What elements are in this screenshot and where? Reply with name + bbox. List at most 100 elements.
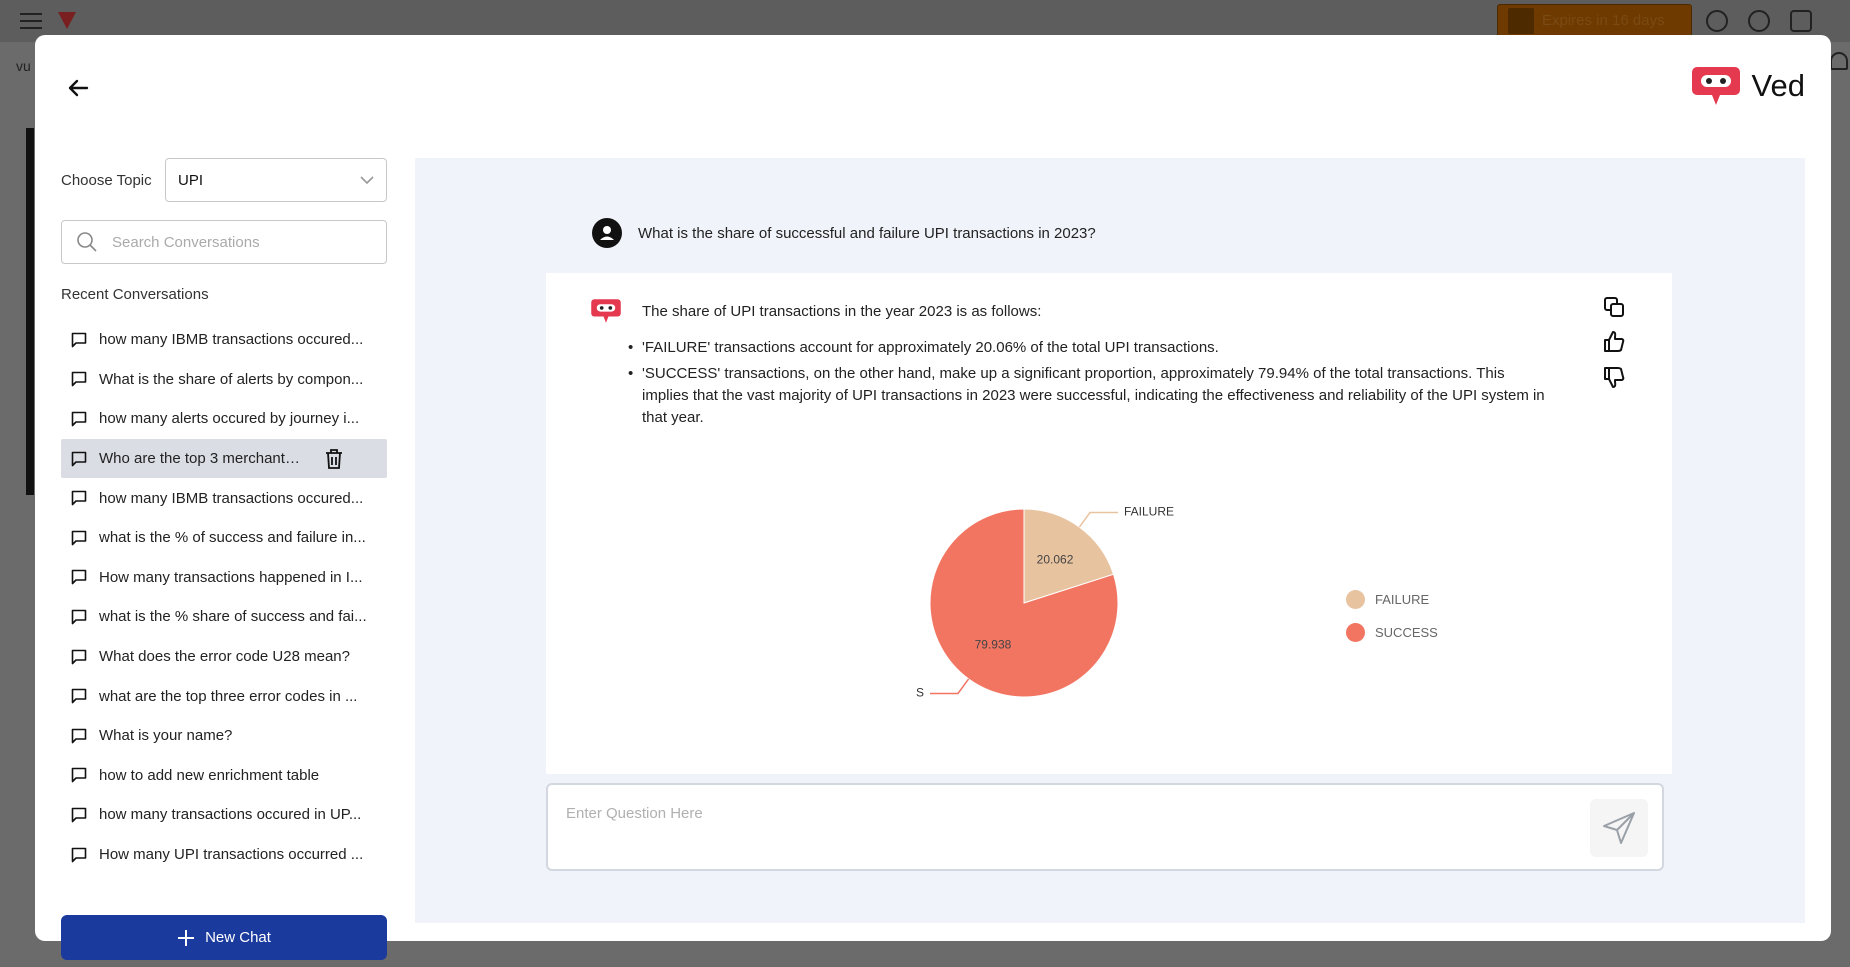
conversation-item[interactable]: Who are the top 3 merchants wit...: [61, 438, 387, 479]
conversation-item[interactable]: What is the share of alerts by compon...: [61, 360, 387, 400]
chevron-down-icon: [360, 176, 374, 185]
legend-item[interactable]: FAILURE: [1346, 583, 1438, 616]
chat-bubble-icon: [71, 490, 87, 506]
conversation-item[interactable]: what are the top three error codes in ..…: [61, 676, 387, 716]
question-input-area: [546, 783, 1664, 871]
chat-modal: Ved Choose Topic UPI Recent Conversation…: [35, 35, 1831, 960]
answer-bullets: 'FAILURE' transactions account for appro…: [628, 337, 1552, 429]
user-message: What is the share of successful and fail…: [592, 218, 1096, 248]
video-icon: [1790, 10, 1812, 32]
conversation-title: How many UPI transactions occurred ...: [99, 846, 364, 864]
chat-bubble-icon: [71, 807, 87, 823]
thumbs-down-icon[interactable]: [1602, 365, 1626, 389]
conversation-title: how to add new enrichment table: [99, 766, 320, 784]
conversation-title: how many IBMB transactions occured...: [99, 331, 364, 349]
chart-legend: FAILURE SUCCESS: [1346, 583, 1438, 649]
conversation-item[interactable]: How many transactions happened in I...: [61, 558, 387, 598]
legend-item[interactable]: SUCCESS: [1346, 616, 1438, 649]
back-arrow-icon[interactable]: [63, 73, 93, 103]
conversation-item[interactable]: What does the error code U28 mean?: [61, 637, 387, 677]
conversation-item[interactable]: how many transactions occured in UP...: [61, 795, 387, 835]
lock-icon: [1508, 7, 1534, 34]
new-chat-button[interactable]: New Chat: [61, 915, 387, 960]
conversation-item[interactable]: How many UPI transactions occurred ...: [61, 835, 387, 875]
conversation-title: Who are the top 3 merchants wit...: [99, 450, 304, 468]
send-icon: [1603, 812, 1635, 844]
conversation-title: How many transactions happened in I...: [99, 568, 363, 586]
answer-intro: The share of UPI transactions in the yea…: [642, 303, 1042, 320]
send-button[interactable]: [1590, 799, 1648, 857]
chat-panel: What is the share of successful and fail…: [415, 158, 1805, 923]
answer-bullet: 'SUCCESS' transactions, on the other han…: [628, 363, 1552, 429]
chat-bubble-icon: [71, 768, 87, 783]
user-question-text: What is the share of successful and fail…: [638, 224, 1096, 242]
copy-icon[interactable]: [1602, 295, 1626, 319]
chat-bubble-icon: [71, 649, 87, 664]
answer-text: The share of UPI transactions in the yea…: [628, 301, 1552, 433]
plus-icon: [178, 929, 195, 946]
background-text: vu: [16, 58, 31, 74]
pie-value-label: 20.062: [1037, 553, 1074, 567]
conversation-item[interactable]: how many IBMB transactions occured...: [61, 478, 387, 518]
chat-bubble-icon: [71, 688, 87, 704]
chat-bubble-icon: [71, 332, 87, 348]
legend-swatch: [1346, 590, 1365, 609]
conversation-item[interactable]: how to add new enrichment table: [61, 756, 387, 796]
robot-icon: [1706, 10, 1728, 32]
trash-icon[interactable]: [324, 448, 344, 470]
help-icon: [1748, 10, 1770, 32]
legend-label: FAILURE: [1375, 592, 1430, 607]
recent-conversations-title: Recent Conversations: [61, 286, 209, 303]
expires-badge: Expires in 16 days: [1497, 4, 1692, 37]
question-input[interactable]: [566, 805, 1566, 845]
hamburger-menu-icon: [20, 13, 42, 29]
pie-category-label: SUCCESS: [916, 686, 924, 700]
new-chat-label: New Chat: [205, 929, 271, 946]
topic-label: Choose Topic: [61, 171, 152, 189]
thumbs-up-icon[interactable]: [1602, 330, 1626, 354]
sidebar: Choose Topic UPI Recent Conversations ho…: [61, 158, 387, 960]
search-box: [61, 220, 387, 264]
app-logo-icon: [58, 12, 76, 29]
conversation-item[interactable]: how many IBMB transactions occured...: [61, 320, 387, 360]
conversation-title: what is the % of success and failure in.…: [99, 529, 366, 547]
conversation-title: What is your name?: [99, 727, 233, 745]
ved-bot-logo-icon: [1691, 67, 1740, 105]
background-strip: [26, 128, 34, 495]
search-input[interactable]: [112, 233, 362, 251]
brand: Ved: [1690, 65, 1805, 107]
topic-select[interactable]: UPI: [165, 158, 387, 202]
chat-bubble-icon: [71, 372, 87, 387]
conversation-item[interactable]: what is the % of success and failure in.…: [61, 518, 387, 558]
conversation-title: how many IBMB transactions occured...: [99, 489, 364, 507]
chat-bubble-icon: [71, 847, 87, 862]
conversation-title: how many alerts occured by journey i...: [99, 410, 360, 428]
user-avatar-icon: [592, 218, 622, 248]
answer-actions: [1602, 295, 1626, 389]
search-icon: [77, 232, 97, 252]
legend-label: SUCCESS: [1375, 625, 1438, 640]
topic-row: Choose Topic UPI: [61, 158, 387, 202]
conversation-title: What is the share of alerts by compon...: [99, 370, 364, 388]
brand-name: Ved: [1751, 68, 1805, 103]
conversation-list: how many IBMB transactions occured... Wha…: [61, 320, 387, 874]
conversation-title: what is the % share of success and fai..…: [99, 608, 367, 626]
pie-category-label: FAILURE: [1124, 505, 1174, 519]
conversation-title: how many transactions occured in UP...: [99, 806, 362, 824]
answer-card: The share of UPI transactions in the yea…: [546, 273, 1672, 774]
conversation-item[interactable]: how many alerts occured by journey i...: [61, 399, 387, 439]
chat-bubble-icon: [71, 411, 87, 427]
legend-swatch: [1346, 623, 1365, 642]
conversation-item[interactable]: What is your name?: [61, 716, 387, 756]
conversation-item[interactable]: what is the % share of success and fai..…: [61, 597, 387, 637]
pie-leader-line: [1078, 511, 1119, 528]
pie-leader-line: [929, 678, 970, 695]
answer-bullet: 'FAILURE' transactions account for appro…: [628, 337, 1552, 359]
conversation-title: What does the error code U28 mean?: [99, 648, 350, 666]
pie-value-label: 79.938: [975, 638, 1012, 652]
conversation-title: what are the top three error codes in ..…: [99, 687, 358, 705]
chat-bubble-icon: [71, 530, 87, 546]
chat-bubble-icon: [71, 609, 87, 625]
bell-icon: [1830, 52, 1848, 70]
chat-bubble-icon: [71, 728, 87, 744]
